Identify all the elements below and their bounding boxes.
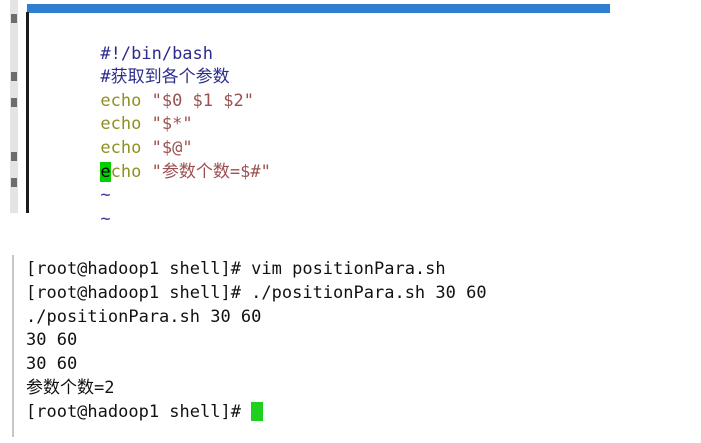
- terminal-line: [root@hadoop1 shell]# vim positionPara.s…: [26, 259, 446, 279]
- ruler-mark: [11, 98, 17, 107]
- terminal-output: [root@hadoop1 shell]# vim positionPara.s…: [26, 258, 487, 425]
- tilde-text: ~: [100, 208, 111, 229]
- vim-editor-pane: #!/bin/bash #获取到各个参数 echo "$0 $1 $2" ech…: [10, 0, 610, 229]
- editor-title-bar: [27, 4, 610, 13]
- echo-keyword: echo: [100, 90, 142, 111]
- editor-line-shebang: #!/bin/bash: [39, 19, 271, 64]
- ruler-mark: [11, 178, 17, 187]
- shebang-text: #!/bin/bash: [100, 43, 214, 64]
- echo-argument: "$*": [141, 114, 193, 135]
- terminal-line: 参数个数=2: [26, 377, 115, 398]
- terminal-prompt: [root@hadoop1 shell]#: [26, 401, 252, 422]
- editor-cursor: e: [100, 161, 111, 182]
- echo-keyword-rest: cho: [110, 161, 142, 182]
- terminal-prompt-line[interactable]: [root@hadoop1 shell]#: [26, 401, 487, 425]
- echo-keyword: echo: [100, 137, 142, 158]
- echo-argument: "参数个数=$#": [141, 161, 271, 182]
- terminal-cursor: [251, 401, 264, 421]
- ruler-mark: [11, 152, 17, 161]
- echo-keyword: echo: [100, 114, 142, 135]
- terminal-line: ./positionPara.sh 30 60: [26, 306, 262, 327]
- editor-text-area[interactable]: #!/bin/bash #获取到各个参数 echo "$0 $1 $2" ech…: [39, 19, 271, 229]
- echo-argument: "$@": [141, 137, 193, 158]
- window-edge-ruler: [10, 0, 18, 213]
- terminal-left-border: [12, 255, 14, 437]
- echo-argument: "$0 $1 $2": [141, 90, 254, 111]
- ruler-mark: [11, 72, 17, 81]
- ruler-mark: [11, 14, 17, 23]
- terminal-pane[interactable]: [root@hadoop1 shell]# vim positionPara.s…: [12, 250, 701, 443]
- comment-text: #获取到各个参数: [100, 67, 230, 88]
- terminal-line: [root@hadoop1 shell]# ./positionPara.sh …: [26, 282, 487, 303]
- terminal-line: 30 60: [26, 354, 78, 375]
- editor-left-border: [26, 12, 29, 213]
- terminal-line: 30 60: [26, 330, 78, 351]
- tilde-text: ~: [100, 185, 111, 206]
